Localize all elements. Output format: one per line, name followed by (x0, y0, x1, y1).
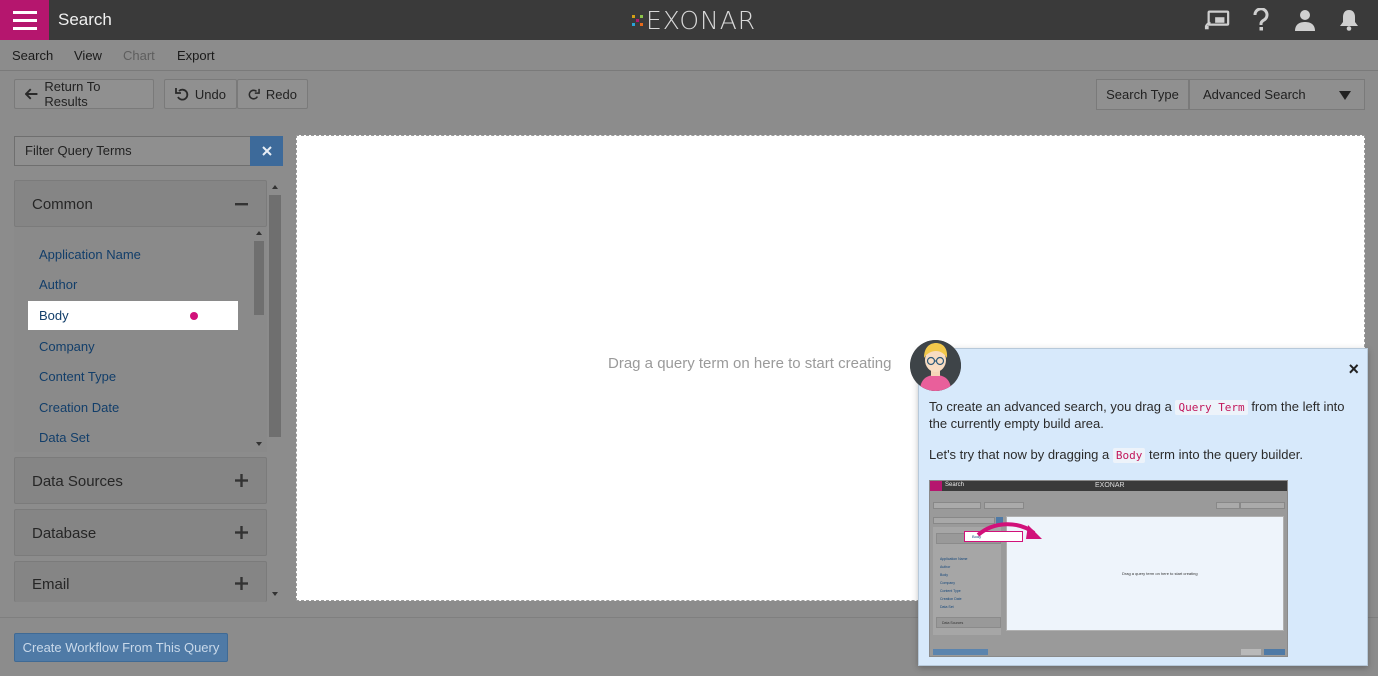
section-common-title: Common (32, 196, 93, 213)
minus-icon[interactable] (235, 203, 248, 206)
preview-term-author: Author (940, 565, 951, 569)
term-company[interactable]: Company (28, 332, 238, 361)
menu-chart[interactable]: Chart (123, 48, 155, 63)
user-icon[interactable] (1292, 7, 1318, 33)
section-database[interactable]: Database (14, 509, 267, 556)
menu-export[interactable]: Export (177, 48, 215, 63)
section-database-title: Database (32, 525, 97, 542)
term-creation-date[interactable]: Creation Date (28, 393, 238, 422)
preview-term-body: Body (940, 573, 948, 577)
logo-mark-icon (632, 15, 643, 26)
highlight-dot-icon (190, 312, 198, 320)
menu-bar: Search View Chart Export (0, 40, 1378, 71)
term-data-set[interactable]: Data Set (28, 423, 238, 452)
preview-term-creation-date: Creation Date (940, 597, 962, 601)
return-label: Return To Results (44, 79, 101, 109)
assistant-avatar (910, 340, 961, 391)
preview-section-data-sources: Data Sources (936, 617, 1001, 628)
section-data-sources[interactable]: Data Sources (14, 457, 267, 504)
redo-label: Redo (265, 86, 297, 102)
close-icon (261, 146, 272, 156)
top-icons (1204, 7, 1362, 33)
query-terms-scrollbar[interactable] (268, 180, 282, 600)
preview-term-application-name: Application Name (940, 557, 968, 561)
section-email-title: Email (32, 576, 70, 593)
tutorial-preview-image: Search EXONAR Application Name Author Bo… (929, 480, 1288, 657)
plus-icon[interactable] (235, 474, 248, 487)
section-common[interactable]: Common (14, 180, 267, 227)
filter-query-terms-input[interactable]: Filter Query Terms (14, 136, 251, 166)
tutorial-popup: × To create an advanced search, you drag… (918, 348, 1368, 666)
term-body-label: Body (39, 308, 69, 323)
app-title: Search (58, 10, 112, 29)
preview-term-data-set: Data Set (940, 605, 954, 609)
menu-view[interactable]: View (74, 48, 102, 63)
common-terms-list: Application Name Author Body Company Con… (14, 227, 267, 452)
tutorial-text-1: To create an advanced search, you drag a… (929, 399, 1359, 432)
help-icon[interactable] (1248, 7, 1274, 33)
common-list-scrollbar[interactable] (252, 228, 266, 450)
plus-icon[interactable] (235, 577, 248, 590)
section-data-sources-title: Data Sources (32, 473, 123, 490)
preview-term-content-type: Content Type (940, 589, 961, 593)
search-type-label: Search Type (1096, 79, 1189, 110)
term-author[interactable]: Author (28, 270, 238, 299)
code-body: Body (1112, 448, 1146, 463)
undo-icon (175, 88, 189, 101)
drag-arrow-icon (976, 522, 1042, 539)
term-application-name[interactable]: Application Name (28, 240, 238, 269)
tutorial-text-2b: term into the query builder. (1149, 447, 1303, 462)
preview-logo: EXONAR (1095, 482, 1125, 489)
section-email[interactable]: Email (14, 561, 267, 602)
undo-label: Undo (194, 86, 226, 102)
plus-icon[interactable] (235, 526, 248, 539)
menu-search[interactable]: Search (12, 48, 53, 63)
tutorial-text-1a: To create an advanced search, you drag a (929, 399, 1172, 414)
search-type-value: Advanced Search (1203, 87, 1306, 102)
clear-filter-button[interactable] (250, 136, 283, 166)
search-type-select[interactable]: Advanced Search (1189, 79, 1365, 110)
top-bar: Search EXONAR (0, 0, 1378, 40)
dropdown-caret-icon (1339, 91, 1351, 100)
term-content-type[interactable]: Content Type (28, 362, 238, 391)
logo-text: EXONAR (646, 6, 757, 35)
return-to-results-button[interactable]: Return To Results (14, 79, 154, 109)
preview-canvas-hint: Drag a query term on here to start creat… (1122, 571, 1198, 576)
preview-title: Search (945, 482, 965, 488)
toolbar: Return To Results Undo Redo Search Type … (0, 72, 1378, 116)
term-body[interactable]: Body (28, 301, 238, 330)
redo-button[interactable]: Redo (237, 79, 308, 109)
arrow-left-icon (25, 88, 38, 100)
hamburger-menu-icon[interactable] (0, 0, 49, 40)
redo-icon (248, 88, 260, 100)
exonar-logo: EXONAR (632, 6, 756, 35)
close-icon[interactable]: × (1348, 359, 1359, 380)
code-query-term: Query Term (1175, 400, 1248, 415)
tutorial-text-2a: Let's try that now by dragging a (929, 447, 1110, 462)
preview-term-company: Company (940, 581, 955, 585)
create-workflow-button[interactable]: Create Workflow From This Query (14, 633, 228, 662)
undo-button[interactable]: Undo (164, 79, 237, 109)
cast-icon[interactable] (1204, 7, 1230, 33)
canvas-hint: Drag a query term on here to start creat… (608, 355, 892, 372)
tutorial-text-2: Let's try that now by dragging a Body te… (929, 447, 1359, 464)
notifications-bell-icon[interactable] (1336, 7, 1362, 33)
